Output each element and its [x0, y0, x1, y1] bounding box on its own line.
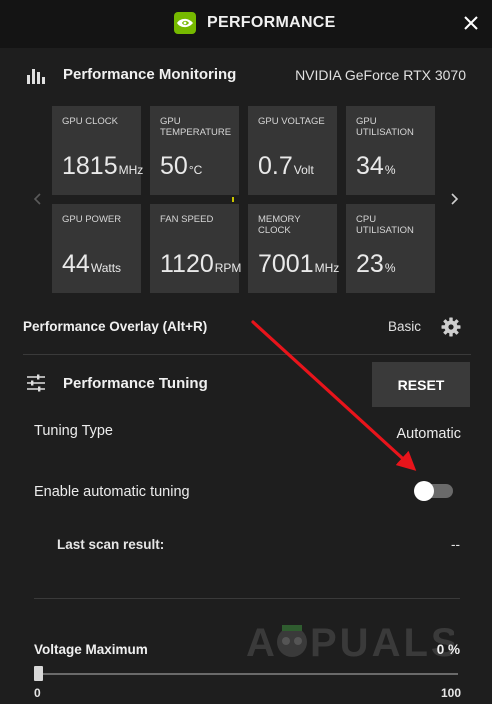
- tuning-title: Performance Tuning: [63, 375, 208, 392]
- carousel-next-button[interactable]: [447, 191, 461, 207]
- metric-number: 50: [160, 152, 188, 180]
- metric-tile-fan-speed: FAN SPEED 1120RPM: [150, 204, 241, 293]
- metric-number: 34: [356, 152, 384, 180]
- metric-value: 23%: [356, 250, 395, 279]
- metric-value: 44Watts: [62, 250, 121, 279]
- close-button[interactable]: [460, 12, 482, 34]
- slider-max-label: 100: [440, 686, 461, 700]
- window-title: PERFORMANCE: [207, 14, 336, 31]
- metric-tile-gpu-utilisation: GPU UTILISATION 34%: [346, 106, 435, 195]
- toggle-knob[interactable]: [414, 481, 434, 501]
- metric-number: 44: [62, 250, 90, 278]
- sliders-icon: [27, 374, 45, 392]
- auto-tuning-toggle[interactable]: [414, 481, 453, 501]
- carousel-prev-button[interactable]: [31, 191, 45, 207]
- metric-value: 34%: [356, 152, 395, 181]
- metric-value: 1120RPM: [160, 250, 241, 279]
- svg-text:PUALS: PUALS: [310, 621, 454, 665]
- metric-unit: °C: [188, 163, 203, 177]
- metric-value: 0.7Volt: [258, 152, 314, 181]
- metric-tile-gpu-voltage: GPU VOLTAGE 0.7Volt: [248, 106, 337, 195]
- metric-label: FAN SPEED: [160, 214, 214, 225]
- metric-unit: %: [384, 261, 396, 275]
- reset-button[interactable]: RESET: [372, 362, 470, 407]
- metric-unit: MHz: [118, 163, 144, 177]
- section-divider: [34, 598, 460, 599]
- metric-label: CPU UTILISATION: [356, 214, 414, 236]
- metric-label: GPU UTILISATION: [356, 116, 414, 138]
- overlay-mode-value: Basic: [388, 319, 422, 334]
- metric-number: 0.7: [258, 152, 293, 180]
- gear-icon[interactable]: [441, 317, 461, 337]
- metric-number: 23: [356, 250, 384, 278]
- metric-label: GPU CLOCK: [62, 116, 118, 127]
- voltage-max-value: 0 %: [436, 642, 460, 657]
- metric-tile-memory-clock: MEMORY CLOCK 7001MHz: [248, 204, 339, 293]
- metric-tile-cpu-utilisation: CPU UTILISATION 23%: [346, 204, 435, 293]
- monitoring-title: Performance Monitoring: [63, 66, 237, 83]
- metric-label: GPU POWER: [62, 214, 122, 225]
- overlay-label: Performance Overlay (Alt+R): [23, 319, 208, 334]
- close-icon[interactable]: [460, 12, 482, 34]
- appuals-watermark: A PUALS: [246, 621, 454, 665]
- metric-label: GPU VOLTAGE: [258, 116, 325, 127]
- voltage-max-label: Voltage Maximum: [34, 642, 148, 657]
- metric-tile-gpu-clock: GPU CLOCK 1815MHz: [52, 106, 143, 195]
- metric-unit: Volt: [293, 163, 314, 177]
- metric-number: 7001: [258, 250, 314, 278]
- auto-tuning-label: Enable automatic tuning: [34, 484, 190, 500]
- gpu-name: NVIDIA GeForce RTX 3070: [295, 67, 466, 83]
- voltage-slider-track[interactable]: [38, 673, 458, 675]
- svg-text:A: A: [246, 621, 278, 665]
- metric-unit: %: [384, 163, 396, 177]
- carousel-indicator: [232, 197, 234, 202]
- nvidia-logo-icon: [174, 12, 196, 34]
- metric-value: 7001MHz: [258, 250, 339, 279]
- slider-min-label: 0: [34, 686, 41, 700]
- metric-number: 1815: [62, 152, 118, 180]
- metric-tile-gpu-power: GPU POWER 44Watts: [52, 204, 141, 293]
- metric-label: MEMORY CLOCK: [258, 214, 301, 236]
- title-bar: PERFORMANCE: [0, 0, 492, 48]
- tuning-type-value: Automatic: [396, 426, 461, 442]
- metric-label: GPU TEMPERATURE: [160, 116, 232, 138]
- metric-value: 50°C: [160, 152, 202, 181]
- metric-unit: MHz: [314, 261, 340, 275]
- metric-number: 1120: [160, 250, 214, 278]
- tuning-type-label: Tuning Type: [34, 423, 113, 439]
- scan-result-label: Last scan result:: [57, 537, 165, 552]
- section-divider: [23, 354, 471, 355]
- voltage-slider-handle[interactable]: [33, 666, 43, 681]
- scan-result-value: --: [451, 537, 460, 552]
- metric-value: 1815MHz: [62, 152, 143, 181]
- metric-unit: RPM: [214, 261, 242, 275]
- metric-unit: Watts: [90, 261, 122, 275]
- bar-chart-icon: [27, 69, 45, 84]
- metric-tile-gpu-temperature: GPU TEMPERATURE 50°C: [150, 106, 239, 195]
